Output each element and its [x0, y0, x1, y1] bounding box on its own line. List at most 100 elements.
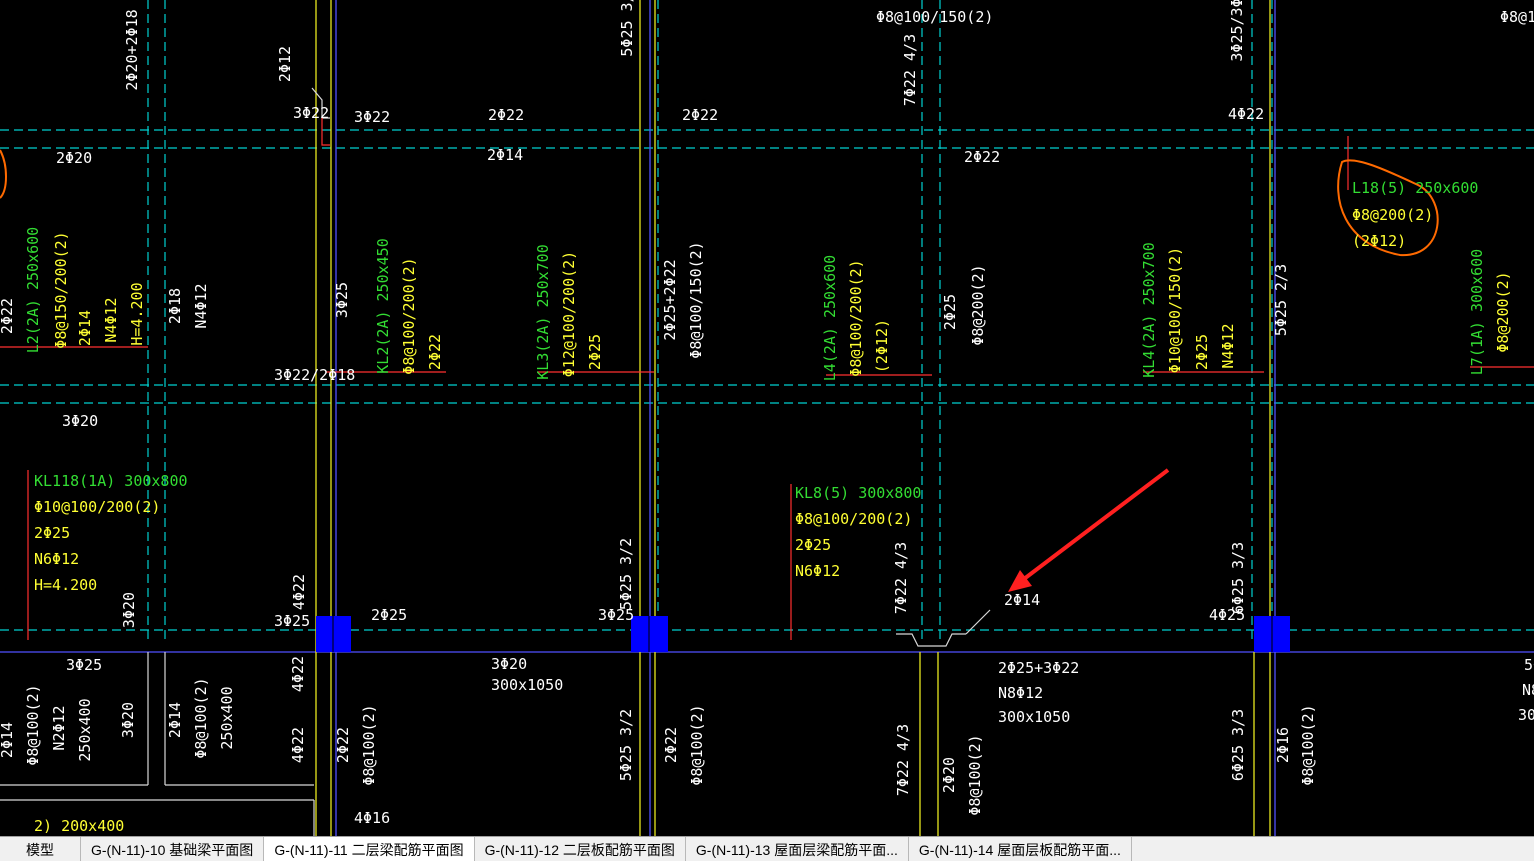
rebar-label: 2Φ12: [276, 46, 294, 82]
rebar-label: 2Φ14: [166, 702, 184, 738]
rebar-label: 6Φ25 3/3: [1229, 709, 1247, 781]
rebar-label: KL118(1A) 300x800: [34, 472, 188, 490]
rebar-label: 3Φ25: [598, 606, 634, 624]
rebar-label: 7Φ22 4/3: [901, 34, 919, 106]
rebar-label: Φ8@100(2): [192, 677, 210, 758]
rebar-label: 2Φ14: [487, 146, 523, 164]
rebar-label: Φ8@100(2): [966, 734, 984, 815]
rebar-label: 5Φ25 3/2: [617, 538, 635, 610]
rebar-label: 5Φ25 2/3: [1272, 264, 1290, 336]
rebar-label: Φ12@100/200(2): [560, 251, 578, 377]
rebar-label: 2Φ25+3Φ22: [998, 659, 1079, 677]
rebar-label: Φ8@100/200(2): [400, 257, 418, 374]
rebar-label: 5Φ25 3/: [618, 0, 636, 57]
rebar-label: L7(1A) 300x600: [1468, 249, 1486, 375]
rebar-label: 4Φ22: [289, 656, 307, 692]
rebar-label: 2Φ25: [795, 536, 831, 554]
rebar-label: KL3(2A) 250x700: [534, 244, 552, 379]
rebar-label: 4Φ22: [290, 574, 308, 610]
column-markers: [316, 616, 1290, 652]
axis-lines: [0, 0, 1534, 640]
rebar-label: Φ10@100/150(2): [1166, 247, 1184, 373]
rebar-label: 2Φ25: [371, 606, 407, 624]
drawing-canvas[interactable]: 2Φ20+2Φ18 2Φ12 5Φ25 3/Φ8@100/150(2) 7Φ22 4/…: [0, 0, 1534, 836]
rebar-label: N4Φ12: [102, 297, 120, 342]
rebar-label: 3Φ22/2Φ18: [274, 366, 355, 384]
rebar-label: 2Φ25: [941, 294, 959, 330]
rebar-label: N4Φ12: [1219, 323, 1237, 368]
rebar-label: Φ8@150/200(2): [52, 231, 70, 348]
rebar-label: H=4.200: [128, 282, 146, 345]
rebar-label: 2Φ14: [0, 722, 16, 758]
tab-model[interactable]: 模型: [0, 837, 81, 861]
rebar-label: 2Φ22: [334, 727, 352, 763]
rebar-label: Φ8@100(2): [688, 704, 706, 785]
layout-tab-bar: 模型 G-(N-11)-10 基础梁平面图 G-(N-11)-11 二层梁配筋平面图…: [0, 836, 1534, 861]
rebar-label: 2Φ25+2Φ22: [661, 259, 679, 340]
rebar-label: 4Φ22: [289, 727, 307, 763]
rebar-label: 3Φ25/3Φ: [1228, 0, 1246, 62]
annotation-labels: 2Φ20+2Φ18 2Φ12 5Φ25 3/Φ8@100/150(2) 7Φ22 4/…: [0, 0, 1534, 835]
rebar-label: 300x1050: [491, 676, 563, 694]
rebar-label: 2Φ20+2Φ18: [123, 9, 141, 90]
tab-layout-5[interactable]: G-(N-11)-14 屋面层板配筋平面...: [908, 837, 1132, 861]
rebar-label: 2Φ22: [964, 148, 1000, 166]
rebar-label: 2Φ22: [0, 298, 16, 334]
rebar-label: 2Φ22: [426, 334, 444, 370]
markup-arc: [0, 149, 7, 199]
rebar-label: Φ8@100(2): [24, 684, 42, 765]
rebar-label: 2Φ25: [1193, 334, 1211, 370]
rebar-label: 2Φ25: [34, 524, 70, 542]
rebar-label: (2Φ12): [873, 319, 891, 373]
rebar-label: N8Φ: [1522, 681, 1534, 699]
rebar-label: 2Φ14: [1004, 591, 1040, 609]
rebar-label: Φ8@200(2): [1352, 206, 1433, 224]
red-arrow: [1008, 468, 1170, 592]
rebar-label: 3Φ20: [491, 655, 527, 673]
rebar-label: 3Φ20: [120, 592, 138, 628]
rebar-label: 2Φ22: [682, 106, 718, 124]
rebar-label: 4Φ16: [354, 809, 390, 827]
rebar-label: Φ8@100/200(2): [847, 259, 865, 376]
rebar-label: Φ8@100/150(2): [876, 8, 993, 26]
rebar-label: 5Φ25 3/2: [617, 709, 635, 781]
rebar-label: 3Φ20: [62, 412, 98, 430]
tab-layout-2[interactable]: G-(N-11)-11 二层梁配筋平面图: [264, 837, 475, 861]
rebar-label: Φ8@100/150(2): [687, 241, 705, 358]
rebar-label: Φ8@200(2): [969, 264, 987, 345]
column-lines: [311, 0, 1271, 836]
tab-layout-1[interactable]: G-(N-11)-10 基础梁平面图: [81, 837, 265, 861]
rebar-label: N4Φ12: [192, 283, 210, 328]
rebar-label: Φ8@200(2): [1494, 271, 1512, 352]
tab-layout-4[interactable]: G-(N-11)-13 屋面层梁配筋平面...: [685, 837, 909, 861]
rebar-label: 7Φ22 4/3: [894, 724, 912, 796]
rebar-label: 2Φ20: [940, 757, 958, 793]
rebar-label: KL2(2A) 250x450: [374, 238, 392, 373]
rebar-label: L2(2A) 250x600: [24, 227, 42, 353]
rebar-label: 2Φ25: [586, 334, 604, 370]
rebar-label: Φ8@100/1: [1500, 8, 1534, 26]
rebar-label: L18(5) 250x600: [1352, 179, 1478, 197]
rebar-label: 6Φ25 3/3: [1229, 542, 1247, 614]
rebar-label: Φ8@100(2): [1299, 704, 1317, 785]
cad-viewport[interactable]: 2Φ20+2Φ18 2Φ12 5Φ25 3/Φ8@100/150(2) 7Φ22 4/…: [0, 0, 1534, 861]
rebar-label: 3Φ25: [66, 656, 102, 674]
tab-layout-3[interactable]: G-(N-11)-12 二层板配筋平面图: [474, 837, 686, 861]
rebar-label: Φ10@100/200(2): [34, 498, 160, 516]
rebar-label: H=4.200: [34, 576, 97, 594]
rebar-label: 3Φ25: [274, 612, 310, 630]
rebar-label: KL8(5) 300x800: [795, 484, 921, 502]
rebar-label: 250x400: [76, 698, 94, 761]
rebar-label: (2Φ12): [1352, 232, 1406, 250]
rebar-label: 5Φ: [1524, 656, 1534, 674]
rebar-label: N6Φ12: [34, 550, 79, 568]
rebar-label: 4Φ25: [1209, 606, 1245, 624]
rebar-label: 2Φ16: [1274, 727, 1292, 763]
rebar-label: N2Φ12: [50, 705, 68, 750]
rebar-label: 3Φ22: [293, 104, 329, 122]
rebar-label: KL4(2A) 250x700: [1140, 242, 1158, 377]
rebar-label: 2Φ18: [166, 288, 184, 324]
rebar-label: 4Φ22: [1228, 105, 1264, 123]
rebar-label: Φ8@100(2): [360, 704, 378, 785]
rebar-label: Φ8@100/200(2): [795, 510, 912, 528]
